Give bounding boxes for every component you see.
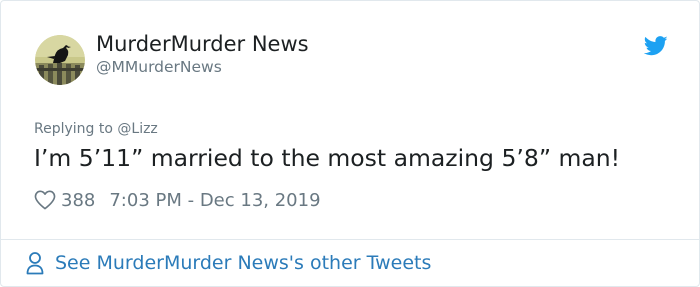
tweet-timestamp[interactable]: 7:03 PM - Dec 13, 2019 <box>109 190 320 211</box>
tweet-meta: 388 7:03 PM - Dec 13, 2019 <box>34 187 321 213</box>
like-button[interactable]: 388 <box>34 190 95 211</box>
footer-divider <box>1 239 699 240</box>
person-outline-icon <box>26 252 44 275</box>
author-screen-name[interactable]: @MMurderNews <box>96 58 222 76</box>
author-display-name[interactable]: MurderMurder News <box>96 32 309 56</box>
tweet-text: I’m 5’11” married to the most amazing 5’… <box>34 144 621 172</box>
like-count: 388 <box>61 189 96 211</box>
heart-outline-icon <box>34 190 56 210</box>
reply-mention-link[interactable]: @Lizz <box>117 121 157 137</box>
replying-to-label: Replying to <box>34 121 118 137</box>
embedded-tweet-card: MurderMurder News @MMurderNews Replying … <box>0 0 700 287</box>
replying-to-line: Replying to @Lizz <box>34 121 158 137</box>
see-other-tweets-link[interactable]: See MurderMurder News's other Tweets <box>26 249 431 277</box>
crow-on-fence-avatar <box>35 35 85 85</box>
see-other-tweets-label: See MurderMurder News's other Tweets <box>55 252 432 274</box>
twitter-bird-icon[interactable] <box>644 36 668 56</box>
author-avatar[interactable] <box>35 35 85 85</box>
